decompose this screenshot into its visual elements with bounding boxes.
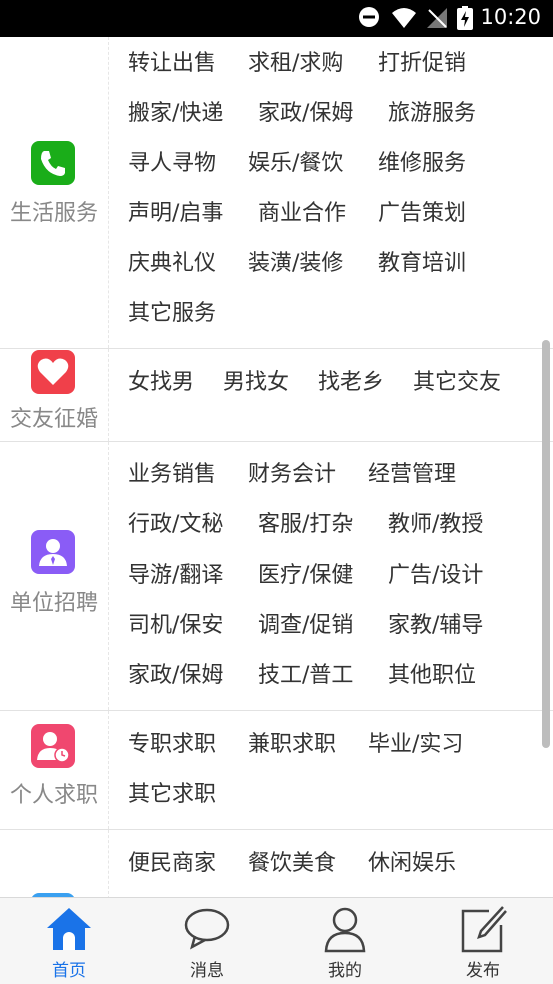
list-item[interactable]: 维修服务 [378, 145, 466, 177]
scrollbar[interactable] [542, 340, 550, 748]
section-dating: 交友征婚 女找男 男找女 找老乡 其它交友 [0, 349, 553, 442]
list-item[interactable]: 求租/求购 [248, 45, 343, 77]
list-item[interactable]: 家政/保姆 [258, 95, 353, 127]
list-item[interactable]: 家政/保姆 [128, 657, 223, 689]
list-item[interactable]: 其它交友 [413, 364, 501, 396]
list-item[interactable]: 教育培训 [378, 245, 466, 277]
person-clock-icon [31, 724, 75, 768]
list-item[interactable]: 技工/普工 [258, 657, 353, 689]
bottom-nav: 首页 消息 我的 发布 [0, 897, 553, 984]
list-item[interactable]: 找老乡 [318, 364, 384, 396]
list-item[interactable]: 教师/教授 [388, 506, 483, 538]
list-item[interactable]: 行政/文秘 [128, 506, 223, 538]
person-icon [31, 530, 75, 574]
nav-label: 消息 [190, 961, 224, 981]
category-label: 生活服务 [9, 201, 98, 226]
list-item[interactable]: 财务会计 [248, 456, 336, 488]
list-item[interactable]: 客服/打杂 [258, 506, 353, 538]
nav-label: 首页 [52, 961, 86, 981]
category-local-business[interactable] [0, 830, 109, 897]
list-item[interactable]: 男找女 [223, 364, 289, 396]
nav-label: 我的 [328, 961, 362, 981]
list-item[interactable]: 打折促销 [378, 45, 466, 77]
list-item[interactable]: 经营管理 [368, 456, 456, 488]
list-item[interactable]: 其他职位 [388, 657, 476, 689]
list-item[interactable]: 专职求职 [128, 726, 216, 758]
edit-icon [461, 906, 507, 953]
do-not-disturb-icon [359, 7, 379, 27]
list-item[interactable]: 休闲娱乐 [368, 845, 456, 877]
category-dating[interactable]: 交友征婚 [0, 349, 109, 441]
nav-publish[interactable]: 发布 [414, 898, 552, 984]
list-item[interactable]: 毕业/实习 [368, 726, 463, 758]
category-label: 个人求职 [9, 783, 98, 808]
home-icon [47, 908, 91, 950]
battery-charging-icon [457, 6, 473, 30]
category-label: 交友征婚 [9, 407, 98, 432]
section-recruitment: 单位招聘 业务销售 财务会计 经营管理 行政/文秘 客服/打杂 教师/教授 导游… [0, 442, 553, 711]
list-item[interactable]: 调查/促销 [258, 607, 353, 639]
list-item[interactable]: 餐饮美食 [248, 845, 336, 877]
list-item[interactable]: 旅游服务 [388, 95, 476, 127]
section-life-services: 生活服务 转让出售 求租/求购 打折促销 搬家/快递 家政/保姆 旅游服务 寻人… [0, 37, 553, 349]
list-item[interactable]: 其它服务 [128, 295, 216, 327]
list-item[interactable]: 司机/保安 [128, 607, 223, 639]
clock: 10:20 [480, 5, 541, 29]
list-item[interactable]: 庆典礼仪 [128, 245, 216, 277]
list-item[interactable]: 装潢/装修 [248, 245, 343, 277]
list-item[interactable]: 转让出售 [128, 45, 216, 77]
category-label: 单位招聘 [9, 591, 98, 616]
list-item[interactable]: 导游/翻译 [128, 557, 223, 589]
no-signal-icon [427, 8, 447, 28]
nav-mine[interactable]: 我的 [276, 898, 414, 984]
wifi-icon [392, 8, 416, 28]
section-local-business: 便民商家 餐饮美食 休闲娱乐 [0, 830, 553, 897]
user-icon [324, 907, 366, 953]
list-item[interactable]: 娱乐/餐饮 [248, 145, 343, 177]
list-item[interactable]: 女找男 [128, 364, 194, 396]
list-item[interactable]: 寻人寻物 [128, 145, 216, 177]
list-item[interactable]: 医疗/保健 [258, 557, 353, 589]
list-item[interactable]: 兼职求职 [248, 726, 336, 758]
category-list[interactable]: 生活服务 转让出售 求租/求购 打折促销 搬家/快递 家政/保姆 旅游服务 寻人… [0, 37, 553, 897]
list-item[interactable]: 声明/启事 [128, 195, 223, 227]
nav-messages[interactable]: 消息 [138, 898, 276, 984]
list-item[interactable]: 商业合作 [258, 195, 346, 227]
list-item[interactable]: 搬家/快递 [128, 95, 223, 127]
heart-icon [31, 350, 75, 394]
list-item[interactable]: 广告/设计 [388, 557, 483, 589]
nav-home[interactable]: 首页 [0, 898, 138, 984]
category-job-seeking[interactable]: 个人求职 [0, 711, 109, 829]
message-icon [184, 908, 230, 950]
list-item[interactable]: 广告策划 [378, 195, 466, 227]
status-bar: 10:20 [0, 0, 553, 37]
category-recruitment[interactable]: 单位招聘 [0, 442, 109, 710]
nav-label: 发布 [466, 961, 500, 981]
list-item[interactable]: 家教/辅导 [388, 607, 483, 639]
list-item[interactable]: 便民商家 [128, 845, 216, 877]
section-job-seeking: 个人求职 专职求职 兼职求职 毕业/实习 其它求职 [0, 711, 553, 830]
list-item[interactable]: 其它求职 [128, 776, 216, 808]
phone-icon [31, 141, 75, 185]
list-item[interactable]: 业务销售 [128, 456, 216, 488]
category-life-services[interactable]: 生活服务 [0, 37, 109, 348]
